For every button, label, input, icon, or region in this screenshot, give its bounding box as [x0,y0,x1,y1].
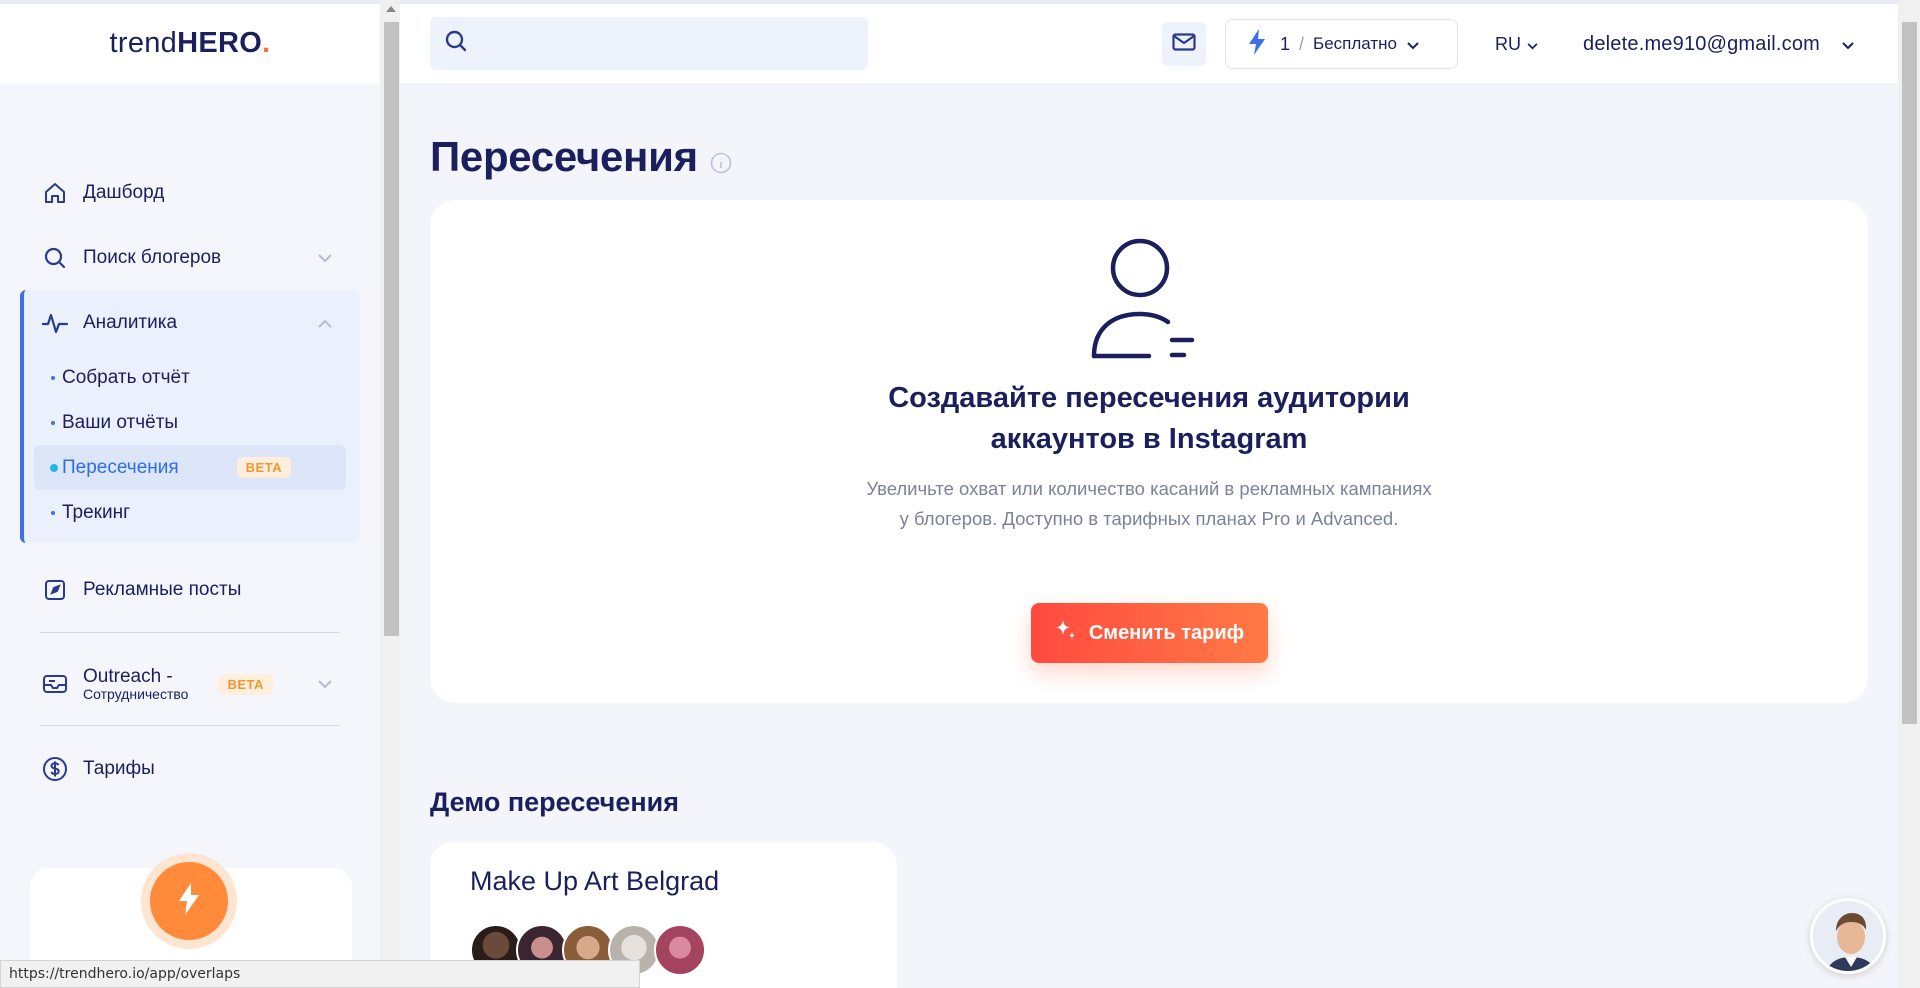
sidebar: trendHERO. Дашборд Поиск блогеров Аналит… [0,0,380,988]
sidebar-nav: Дашборд Поиск блогеров Аналитика Собрать [20,160,360,801]
sidebar-scrollbar-thumb[interactable] [384,22,399,636]
chevron-down-icon [318,247,332,269]
support-chat-button[interactable] [1810,898,1886,974]
avatar [654,924,706,976]
chevron-up-icon [318,312,332,334]
empty-state-description: Увеличьте охват или количество касаний в… [866,478,1432,529]
demo-card-title: Make Up Art Belgrad [470,866,720,896]
sidebar-item-sublabel: Сотрудничество [83,685,189,702]
sparkle-icon [1055,618,1077,648]
lightning-icon [1248,28,1266,60]
sidebar-subitem-your-reports[interactable]: Ваши отчёты [34,400,346,445]
compass-icon [42,577,68,603]
analytics-group: Аналитика Собрать отчёт Ваши отчёты Пере… [20,290,360,543]
empty-state-card: Создавайте пересечения аудитории аккаунт… [430,200,1868,703]
top-bar: 1 / Бесплатно RU delete.me910@gmail.com [400,0,1898,83]
chevron-down-icon [1842,33,1854,56]
sidebar-item-label: Тарифы [83,757,155,779]
beta-badge: BETA [236,457,292,478]
search-input[interactable] [480,33,860,54]
scroll-up-arrow[interactable] [386,6,396,12]
lightning-icon [178,882,200,920]
sidebar-item-label: Рекламные посты [83,578,242,600]
support-agent-avatar [1813,901,1883,971]
sidebar-item-analytics[interactable]: Аналитика [24,290,360,355]
search-icon [444,29,468,58]
language-code: RU [1495,34,1521,54]
separator: / [1299,33,1305,54]
sidebar-subitem-overlaps[interactable]: Пересечения BETA [34,445,346,490]
status-bar-url: https://trendhero.io/app/overlaps [0,960,640,988]
sidebar-item-label: Аналитика [83,311,178,333]
dollar-icon [42,756,68,782]
sidebar-item-ad-posts[interactable]: Рекламные посты [20,557,360,622]
sidebar-item-tariffs[interactable]: Тарифы [20,736,360,801]
chevron-down-icon [1407,34,1419,55]
sidebar-item-dashboard[interactable]: Дашборд [20,160,360,225]
beta-badge: BETA [218,673,273,695]
logo-bar: trendHERO. [0,0,380,83]
account-dropdown[interactable]: delete.me910@gmail.com [1583,33,1854,56]
divider [40,725,340,726]
divider [40,632,340,633]
mail-icon [1172,32,1196,56]
sidebar-item-outreach[interactable]: Outreach - Сотрудничество BETA [20,643,360,725]
sidebar-subitem-tracking[interactable]: Трекинг [34,490,346,535]
upgrade-bolt-button[interactable] [150,862,228,940]
demo-section-title: Демо пересечения [430,787,680,817]
chevron-down-icon [1527,34,1538,55]
search-box[interactable] [430,17,868,70]
sidebar-item-label: Дашборд [83,181,165,203]
inbox-icon [42,671,68,697]
activity-icon [42,310,68,336]
logo[interactable]: trendHERO. [110,27,271,60]
messages-button[interactable] [1162,22,1206,66]
change-plan-button[interactable]: Сменить тариф [1031,603,1268,663]
credits-count: 1 [1280,33,1291,54]
user-list-icon [1090,238,1210,365]
page-title: Пересечения [430,130,732,184]
empty-state-title: Создавайте пересечения аудитории аккаунт… [888,382,1410,455]
sidebar-item-label: Outreach - [83,665,173,687]
plan-dropdown[interactable]: 1 / Бесплатно [1225,19,1458,69]
info-icon[interactable] [710,136,732,184]
chevron-down-icon [318,673,332,695]
plan-name: Бесплатно [1313,34,1397,53]
sidebar-item-search-bloggers[interactable]: Поиск блогеров [20,225,360,290]
sidebar-item-label: Поиск блогеров [83,246,222,268]
language-dropdown[interactable]: RU [1495,34,1538,55]
search-icon [42,245,68,271]
sidebar-subitem-build-report[interactable]: Собрать отчёт [34,355,346,400]
main-scrollbar-thumb[interactable] [1902,22,1917,724]
account-email: delete.me910@gmail.com [1583,33,1821,55]
home-icon [42,180,68,206]
